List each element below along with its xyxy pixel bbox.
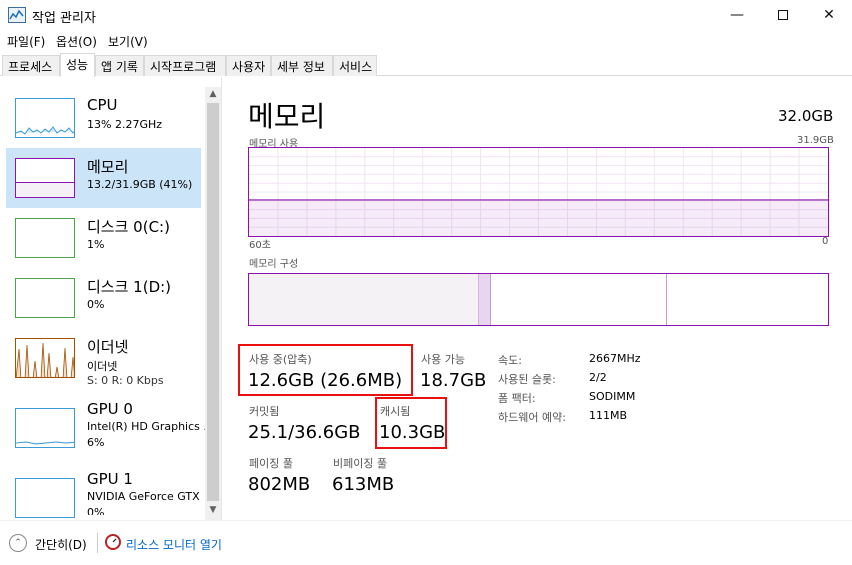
tab-users[interactable]: 사용자 bbox=[226, 55, 271, 76]
committed-label: 커밋됨 bbox=[249, 405, 280, 418]
prop-speed-key: 속도: bbox=[498, 354, 522, 367]
menu-view[interactable]: 보기(V) bbox=[108, 33, 148, 50]
usage-graph-max: 31.9GB bbox=[797, 135, 834, 146]
paged-pool-label: 페이징 풀 bbox=[249, 457, 293, 470]
sidebar-title: 메모리 bbox=[87, 158, 129, 176]
prop-slots-key: 사용된 슬롯: bbox=[498, 373, 556, 386]
sidebar-item-cpu[interactable]: CPU 13% 2.27GHz bbox=[6, 88, 201, 148]
composition-standby bbox=[491, 274, 667, 325]
composition-free bbox=[667, 274, 828, 325]
memory-mini-graph bbox=[15, 158, 75, 198]
sidebar-subtitle: 이더넷 bbox=[87, 360, 118, 373]
maximize-button[interactable] bbox=[760, 0, 806, 30]
nonpaged-pool-label: 비페이징 풀 bbox=[333, 457, 388, 470]
page-title: 메모리 bbox=[248, 100, 326, 133]
tab-startup[interactable]: 시작프로그램 bbox=[144, 55, 226, 76]
window-title: 작업 관리자 bbox=[32, 11, 96, 26]
prop-form-factor-value: SODIMM bbox=[589, 390, 636, 403]
open-resource-monitor-link[interactable]: 리소스 모니터 열기 bbox=[126, 536, 222, 553]
scroll-thumb[interactable] bbox=[207, 103, 219, 501]
sidebar-subtitle-2: 0% bbox=[87, 506, 105, 515]
resource-list: CPU 13% 2.27GHz 메모리 13.2/31.9GB (41%) 디스… bbox=[0, 77, 222, 520]
tab-services[interactable]: 서비스 bbox=[333, 55, 377, 76]
sidebar-title: GPU 1 bbox=[87, 470, 133, 488]
gpu-1-mini-graph bbox=[15, 478, 75, 518]
available-label: 사용 가능 bbox=[421, 353, 465, 366]
memory-composition-bar bbox=[248, 273, 829, 326]
sidebar-item-disk-0[interactable]: 디스크 0(C:) 1% bbox=[6, 208, 201, 268]
tab-app-history[interactable]: 앱 기록 bbox=[95, 55, 144, 76]
prop-hw-reserved-value: 111MB bbox=[589, 409, 628, 422]
sidebar-subtitle-2: 6% bbox=[87, 436, 105, 449]
paged-pool-value: 802MB bbox=[248, 474, 311, 495]
sidebar-subtitle: Intel(R) HD Graphics . bbox=[87, 420, 207, 433]
prop-form-factor-key: 폼 팩터: bbox=[498, 392, 536, 405]
scroll-up-icon[interactable]: ▲ bbox=[205, 87, 221, 101]
sidebar-title: GPU 0 bbox=[87, 400, 133, 418]
close-icon: ✕ bbox=[823, 7, 835, 23]
disk-1-mini-graph bbox=[15, 278, 75, 318]
sidebar-subtitle: 13% 2.27GHz bbox=[87, 118, 163, 131]
ethernet-mini-graph bbox=[15, 338, 75, 378]
menu-bar: 파일(F) 옵션(O) 보기(V) bbox=[0, 30, 852, 52]
sidebar-item-gpu-1[interactable]: GPU 1 NVIDIA GeForce GTX 0% bbox=[6, 468, 201, 528]
disk-0-mini-graph bbox=[15, 218, 75, 258]
gpu-0-mini-graph bbox=[15, 408, 75, 448]
sidebar-title: 디스크 0(C:) bbox=[87, 218, 170, 236]
scroll-down-icon[interactable]: ▼ bbox=[205, 503, 221, 517]
usage-area bbox=[249, 199, 828, 236]
composition-modified bbox=[479, 274, 491, 325]
sidebar-subtitle: 1% bbox=[87, 238, 105, 251]
nonpaged-pool-value: 613MB bbox=[332, 474, 395, 495]
ethernet-throughput: S: 0 R: 0 Kbps bbox=[87, 374, 164, 387]
available-value: 18.7GB bbox=[420, 370, 487, 391]
tab-details[interactable]: 세부 정보 bbox=[271, 55, 333, 76]
memory-usage-graph bbox=[248, 147, 829, 237]
minimize-button[interactable]: — bbox=[714, 0, 760, 30]
graph-time-right: 0 bbox=[822, 236, 829, 247]
sidebar-item-disk-1[interactable]: 디스크 1(D:) 0% bbox=[6, 268, 201, 328]
maximize-icon bbox=[778, 10, 788, 20]
close-button[interactable]: ✕ bbox=[806, 0, 852, 30]
tab-bar: 프로세스 성능 앱 기록 시작프로그램 사용자 세부 정보 서비스 bbox=[0, 52, 852, 77]
sidebar-subtitle: 13.2/31.9GB (41%) bbox=[87, 178, 193, 191]
sidebar-subtitle: NVIDIA GeForce GTX bbox=[87, 490, 200, 503]
graph-time-left: 60초 bbox=[249, 240, 271, 251]
menu-options[interactable]: 옵션(O) bbox=[56, 33, 97, 50]
memory-total: 32.0GB bbox=[778, 107, 834, 125]
highlight-box-cached bbox=[375, 397, 447, 449]
committed-value: 25.1/36.6GB bbox=[248, 422, 361, 443]
memory-detail-pane: 메모리 32.0GB 메모리 사용 31.9GB 60초 0 메모리 구성 사용… bbox=[222, 77, 852, 520]
chevron-up-icon[interactable]: ⌃ bbox=[9, 534, 27, 552]
sidebar-item-memory[interactable]: 메모리 13.2/31.9GB (41%) bbox=[6, 148, 201, 208]
sidebar-item-gpu-0[interactable]: GPU 0 Intel(R) HD Graphics . 6% bbox=[6, 398, 207, 458]
prop-speed-value: 2667MHz bbox=[589, 352, 641, 365]
sidebar-scrollbar[interactable]: ▲ ▼ bbox=[205, 87, 221, 520]
minimize-icon: — bbox=[730, 7, 744, 23]
sidebar-subtitle: 0% bbox=[87, 298, 105, 311]
sidebar-item-ethernet[interactable]: 이더넷 이더넷 S: 0 R: 0 Kbps bbox=[6, 328, 201, 388]
usage-graph-canvas bbox=[249, 148, 828, 236]
tab-performance[interactable]: 성능 bbox=[60, 53, 95, 77]
composition-in-use bbox=[249, 274, 479, 325]
menu-file[interactable]: 파일(F) bbox=[7, 33, 45, 50]
sidebar-title: 디스크 1(D:) bbox=[87, 278, 172, 296]
prop-hw-reserved-key: 하드웨어 예약: bbox=[498, 411, 566, 424]
footer-divider bbox=[97, 533, 98, 553]
prop-slots-value: 2/2 bbox=[589, 371, 607, 384]
tab-processes[interactable]: 프로세스 bbox=[2, 55, 60, 76]
resource-monitor-icon bbox=[105, 534, 121, 550]
composition-label: 메모리 구성 bbox=[249, 259, 299, 270]
footer-bar: ⌃ 간단히(D) 리소스 모니터 열기 bbox=[0, 520, 852, 565]
sidebar-title: 이더넷 bbox=[87, 338, 129, 356]
title-bar: 작업 관리자 — ✕ bbox=[0, 0, 852, 30]
fewer-details-button[interactable]: 간단히(D) bbox=[35, 536, 87, 553]
highlight-box-in-use bbox=[238, 344, 413, 396]
sidebar-title: CPU bbox=[87, 96, 118, 114]
cpu-mini-graph bbox=[15, 98, 75, 138]
task-manager-icon bbox=[8, 7, 26, 23]
